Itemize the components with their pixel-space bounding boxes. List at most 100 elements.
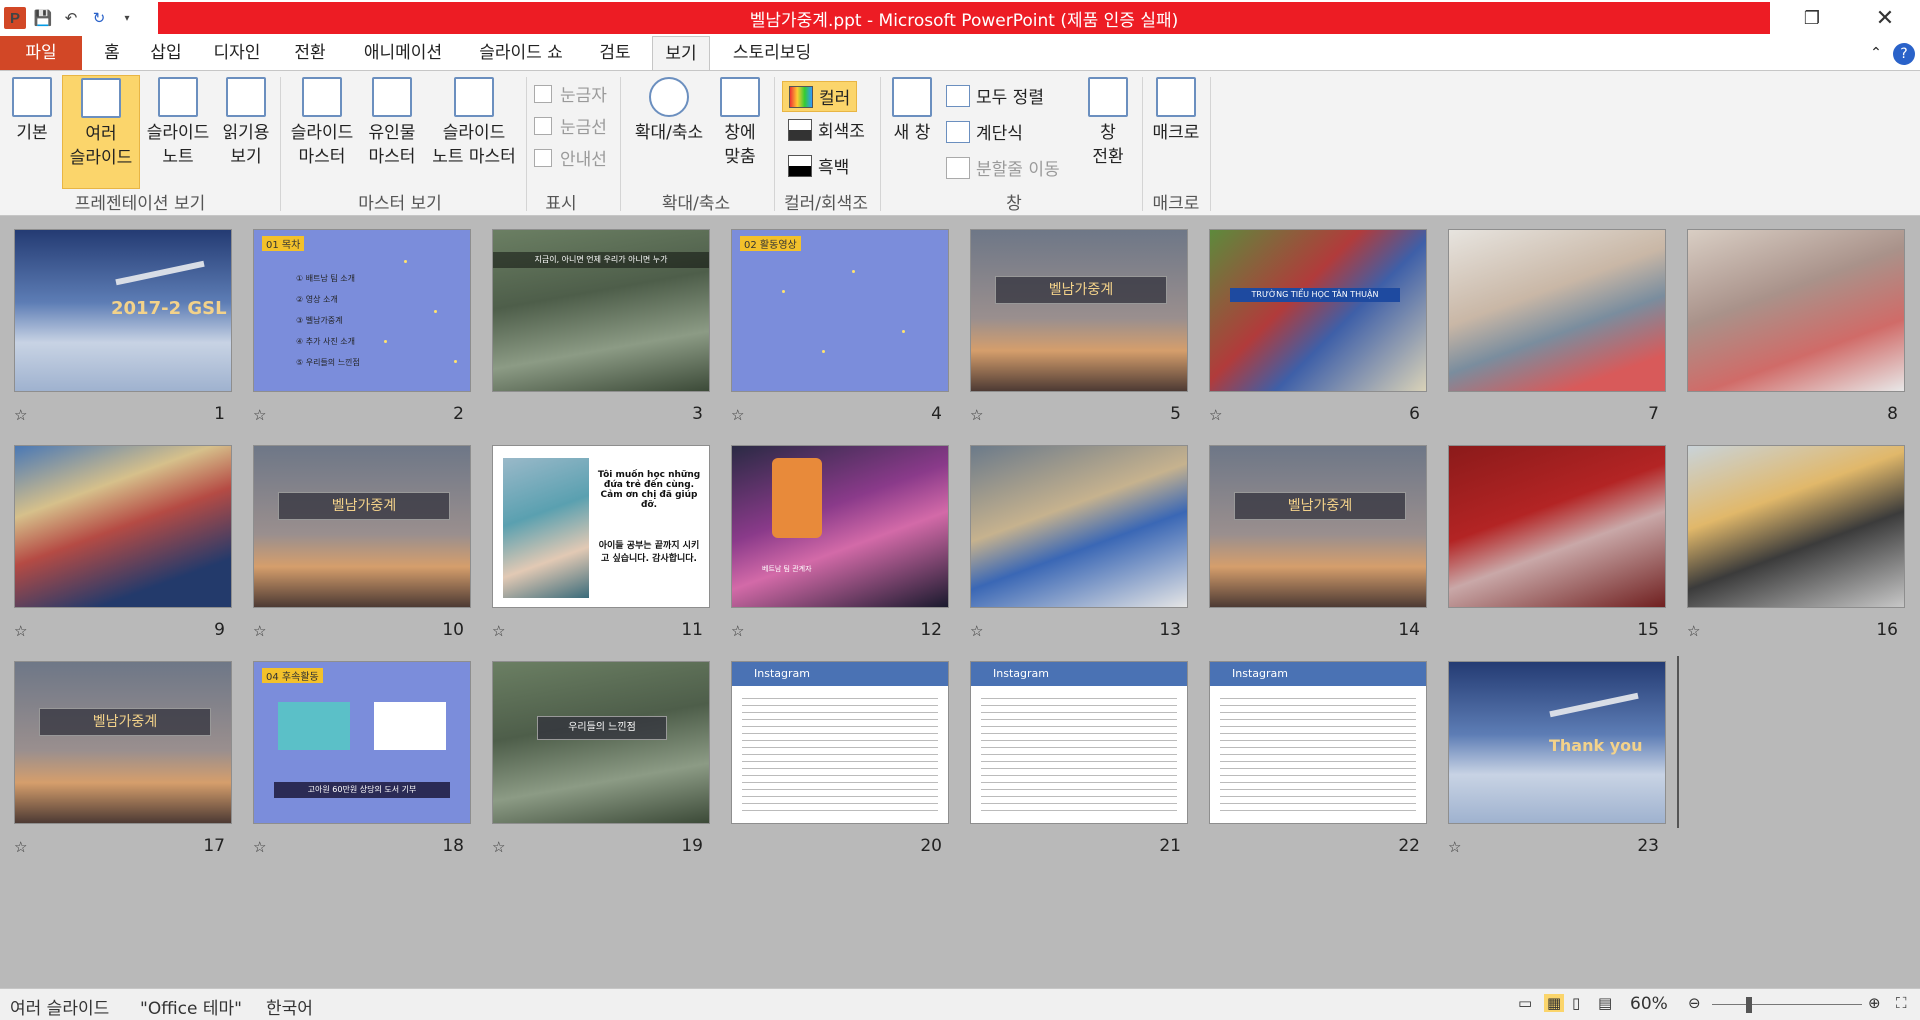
normal-view-button[interactable]: 기본 — [4, 75, 60, 145]
tab-design[interactable]: 디자인 — [208, 36, 266, 70]
zoom-slider[interactable] — [1712, 1004, 1862, 1005]
slide-thumbnail-22[interactable]: Instagram — [1210, 662, 1426, 823]
slide-thumbnail-10[interactable]: 벨남가중계 — [254, 446, 470, 607]
handout-master-icon — [372, 77, 412, 117]
zoom-out-icon[interactable]: ⊖ — [1688, 994, 1701, 1012]
tab-transitions[interactable]: 전환 — [290, 36, 330, 70]
status-view: 여러 슬라이드 — [10, 999, 110, 1019]
slide-tag-num: 01 — [266, 240, 279, 251]
switch-label-2: 전환 — [1092, 147, 1124, 167]
slide-thumbnail-8[interactable] — [1688, 230, 1904, 391]
notes-master-button[interactable]: 슬라이드 노트 마스터 — [424, 75, 524, 169]
slide-thumbnail-19[interactable]: 우리들의 느낀점 — [493, 662, 709, 823]
move-split-button[interactable]: 분할줄 이동 — [946, 155, 1060, 180]
macros-button[interactable]: 매크로 — [1146, 75, 1206, 145]
slide-title: 지금이, 아니면 언제 우리가 아니면 누가 — [493, 252, 709, 268]
switch-windows-button[interactable]: 창 전환 — [1080, 75, 1136, 169]
bw-button[interactable]: 흑백 — [788, 153, 849, 178]
notes-page-button[interactable]: 슬라이드 노트 — [140, 75, 216, 169]
headphone-icon — [772, 458, 822, 538]
cascade-button[interactable]: 계단식 — [946, 119, 1023, 144]
slide-thumbnail-4[interactable]: 02 활동영상 — [732, 230, 948, 391]
slide-sorter-pane: 2017-2 GSL 1 ☆ 01 목차 ① 배트남 팀 소개 ② 영상 소개 … — [0, 216, 1920, 988]
gridlines-checkbox[interactable]: 눈금선 — [534, 113, 607, 138]
undo-icon[interactable]: ↶ — [60, 7, 82, 29]
arrange-all-label: 모두 정렬 — [976, 88, 1044, 108]
guides-checkbox[interactable]: 안내선 — [534, 145, 607, 170]
normal-view-icon[interactable]: ▭ — [1518, 994, 1532, 1012]
tab-slideshow[interactable]: 슬라이드 쇼 — [473, 36, 569, 70]
tab-animations[interactable]: 애니메이션 — [356, 36, 450, 70]
slide-sorter-view-icon[interactable]: ▦ — [1544, 994, 1565, 1012]
slide-thumbnail-5[interactable]: 벨남가중계 — [971, 230, 1187, 391]
slide-number: 18 — [442, 836, 464, 856]
reading-view-icon[interactable]: ▯ — [1572, 994, 1580, 1012]
status-theme[interactable]: "Office 테마" — [140, 994, 242, 1019]
slide-thumbnail-2[interactable]: 01 목차 ① 배트남 팀 소개 ② 영상 소개 ③ 벨남가중계 ④ 추가 사진… — [254, 230, 470, 391]
slide-number: 19 — [681, 836, 703, 856]
restore-icon[interactable]: ❐ — [1783, 0, 1841, 36]
animation-star-icon: ☆ — [492, 622, 506, 640]
redo-icon[interactable]: ↻ — [88, 7, 110, 29]
tab-file[interactable]: 파일 — [0, 36, 82, 70]
close-icon[interactable]: ✕ — [1856, 0, 1914, 36]
slide-tag-text: 목차 — [281, 240, 301, 251]
text-lines — [1220, 692, 1416, 817]
toc-item: ⑤ 우리들의 느낀점 — [296, 358, 360, 367]
slide-thumbnail-6[interactable]: TRƯỜNG TIỂU HỌC TÂN THUẬN — [1210, 230, 1426, 391]
color-button[interactable]: 컬러 — [782, 81, 858, 112]
slide-thumbnail-1[interactable]: 2017-2 GSL — [15, 230, 231, 391]
slide-thumbnail-15[interactable] — [1449, 446, 1665, 607]
bracelet-image — [374, 702, 446, 750]
save-icon[interactable]: 💾 — [32, 7, 54, 29]
slide-thumbnail-21[interactable]: Instagram — [971, 662, 1187, 823]
slide-thumbnail-9[interactable] — [15, 446, 231, 607]
ruler-checkbox[interactable]: 눈금자 — [534, 81, 607, 106]
zoom-level[interactable]: 60% — [1630, 994, 1668, 1014]
powerpoint-logo-icon[interactable]: P — [4, 7, 26, 29]
zoom-slider-thumb[interactable] — [1746, 997, 1752, 1013]
collapse-ribbon-icon[interactable]: ⌃ — [1866, 36, 1886, 70]
tab-insert[interactable]: 삽입 — [146, 36, 186, 70]
tab-review[interactable]: 검토 — [595, 36, 635, 70]
grayscale-button[interactable]: 회색조 — [788, 117, 865, 142]
slideshow-icon[interactable]: ▤ — [1598, 994, 1612, 1012]
slide-thumbnail-13[interactable] — [971, 446, 1187, 607]
reading-view-button[interactable]: 읽기용 보기 — [216, 75, 276, 169]
slide-thumbnail-3[interactable]: 지금이, 아니면 언제 우리가 아니면 누가 — [493, 230, 709, 391]
slide-thumbnail-16[interactable] — [1688, 446, 1904, 607]
ribbon-tabs: 파일 홈 삽입 디자인 전환 애니메이션 슬라이드 쇼 검토 보기 스토리보딩 … — [0, 36, 1920, 71]
slide-thumbnail-14[interactable]: 벨남가중계 — [1210, 446, 1426, 607]
arrange-all-button[interactable]: 모두 정렬 — [946, 83, 1044, 108]
tab-storyboarding[interactable]: 스토리보딩 — [726, 36, 818, 70]
slide-sorter-button[interactable]: 여러 슬라이드 — [62, 75, 140, 189]
slide-master-button[interactable]: 슬라이드 마스터 — [284, 75, 360, 169]
gridlines-label: 눈금선 — [560, 118, 607, 138]
tab-view[interactable]: 보기 — [652, 36, 710, 71]
zoom-button[interactable]: 확대/축소 — [626, 75, 712, 145]
tab-home[interactable]: 홈 — [98, 36, 126, 70]
slide-thumbnail-17[interactable]: 벨남가중계 — [15, 662, 231, 823]
macros-label: 매크로 — [1152, 123, 1200, 143]
fit-label-2: 맞춤 — [724, 147, 756, 167]
slide-thumbnail-20[interactable]: Instagram — [732, 662, 948, 823]
slide-number: 1 — [214, 404, 225, 424]
help-icon[interactable]: ? — [1892, 36, 1916, 70]
slide-thumbnail-23[interactable]: Thank you — [1449, 662, 1665, 823]
new-window-button[interactable]: 새 창 — [884, 75, 940, 145]
switch-label-1: 창 — [1100, 123, 1116, 143]
group-color: 컬러/회색조 — [784, 194, 868, 214]
slide-thumbnail-11[interactable]: Tôi muốn học những đứa trẻ đến cùng. Cảm… — [493, 446, 709, 607]
handout-master-button[interactable]: 유인물 마스터 — [362, 75, 422, 169]
animation-star-icon: ☆ — [731, 406, 745, 424]
status-language[interactable]: 한국어 — [266, 994, 313, 1019]
slide-thumbnail-7[interactable] — [1449, 230, 1665, 391]
animation-star-icon: ☆ — [1687, 622, 1701, 640]
insertion-cursor — [1677, 656, 1679, 828]
zoom-in-icon[interactable]: ⊕ — [1868, 994, 1881, 1012]
fit-to-window-button[interactable]: 창에 맞춤 — [712, 75, 768, 169]
slide-thumbnail-18[interactable]: 04 후속활동 고아원 60만원 상당의 도서 기부 — [254, 662, 470, 823]
slide-thumbnail-12[interactable]: 베트남 팀 관계자 — [732, 446, 948, 607]
fit-slide-icon[interactable]: ⛶ — [1896, 994, 1907, 1012]
customize-qat-icon[interactable]: ▾ — [116, 7, 138, 29]
